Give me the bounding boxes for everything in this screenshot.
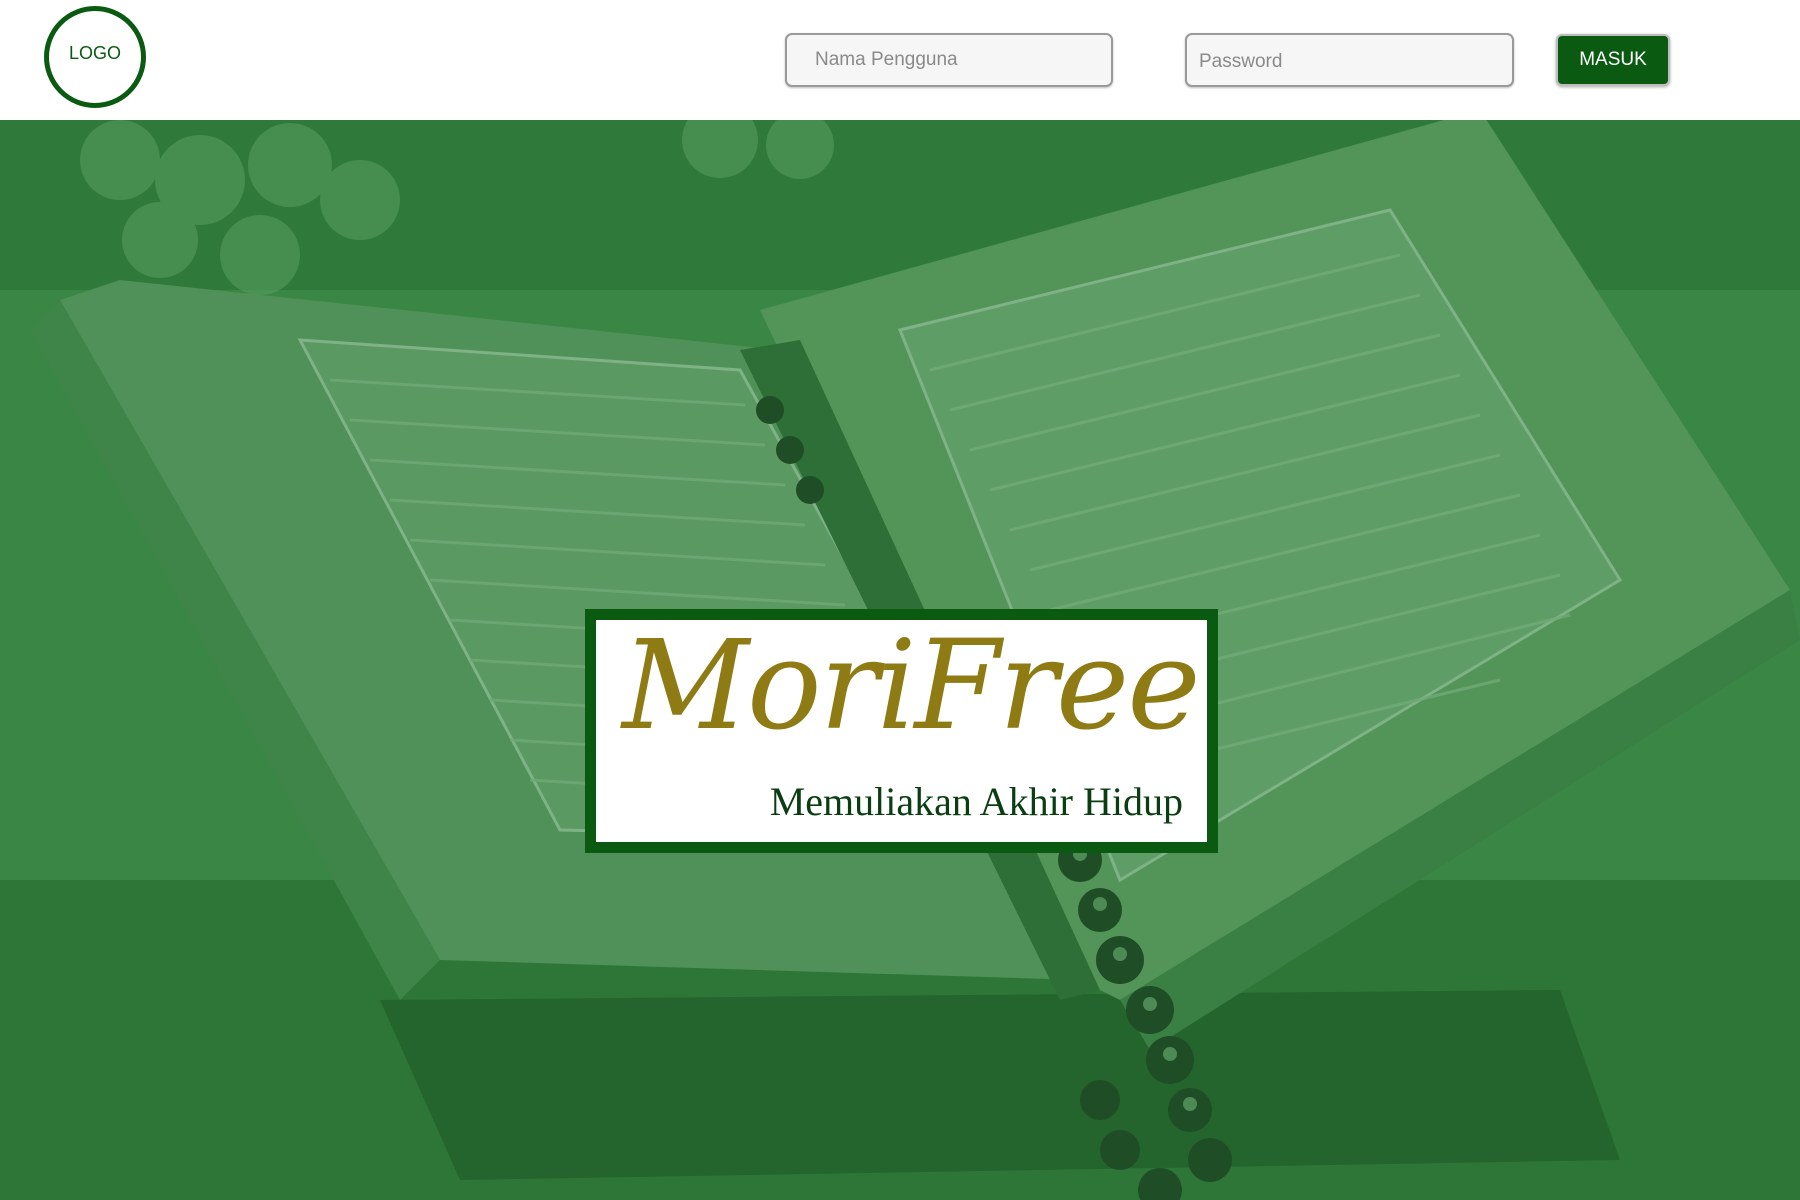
logo-text: LOGO — [68, 42, 121, 63]
login-button[interactable]: MASUK — [1556, 34, 1670, 86]
brand-banner: MoriFree Memuliakan Akhir Hidup — [585, 609, 1218, 853]
brand-name: MoriFree — [622, 614, 1201, 758]
logo[interactable]: LOGO — [44, 6, 146, 108]
password-input[interactable] — [1185, 33, 1514, 87]
hero-section: MoriFree Memuliakan Akhir Hidup — [0, 120, 1800, 1200]
top-header: LOGO MASUK — [0, 0, 1800, 120]
username-input[interactable] — [785, 33, 1113, 87]
brand-tagline: Memuliakan Akhir Hidup — [769, 779, 1183, 824]
login-button-label: MASUK — [1579, 49, 1647, 70]
